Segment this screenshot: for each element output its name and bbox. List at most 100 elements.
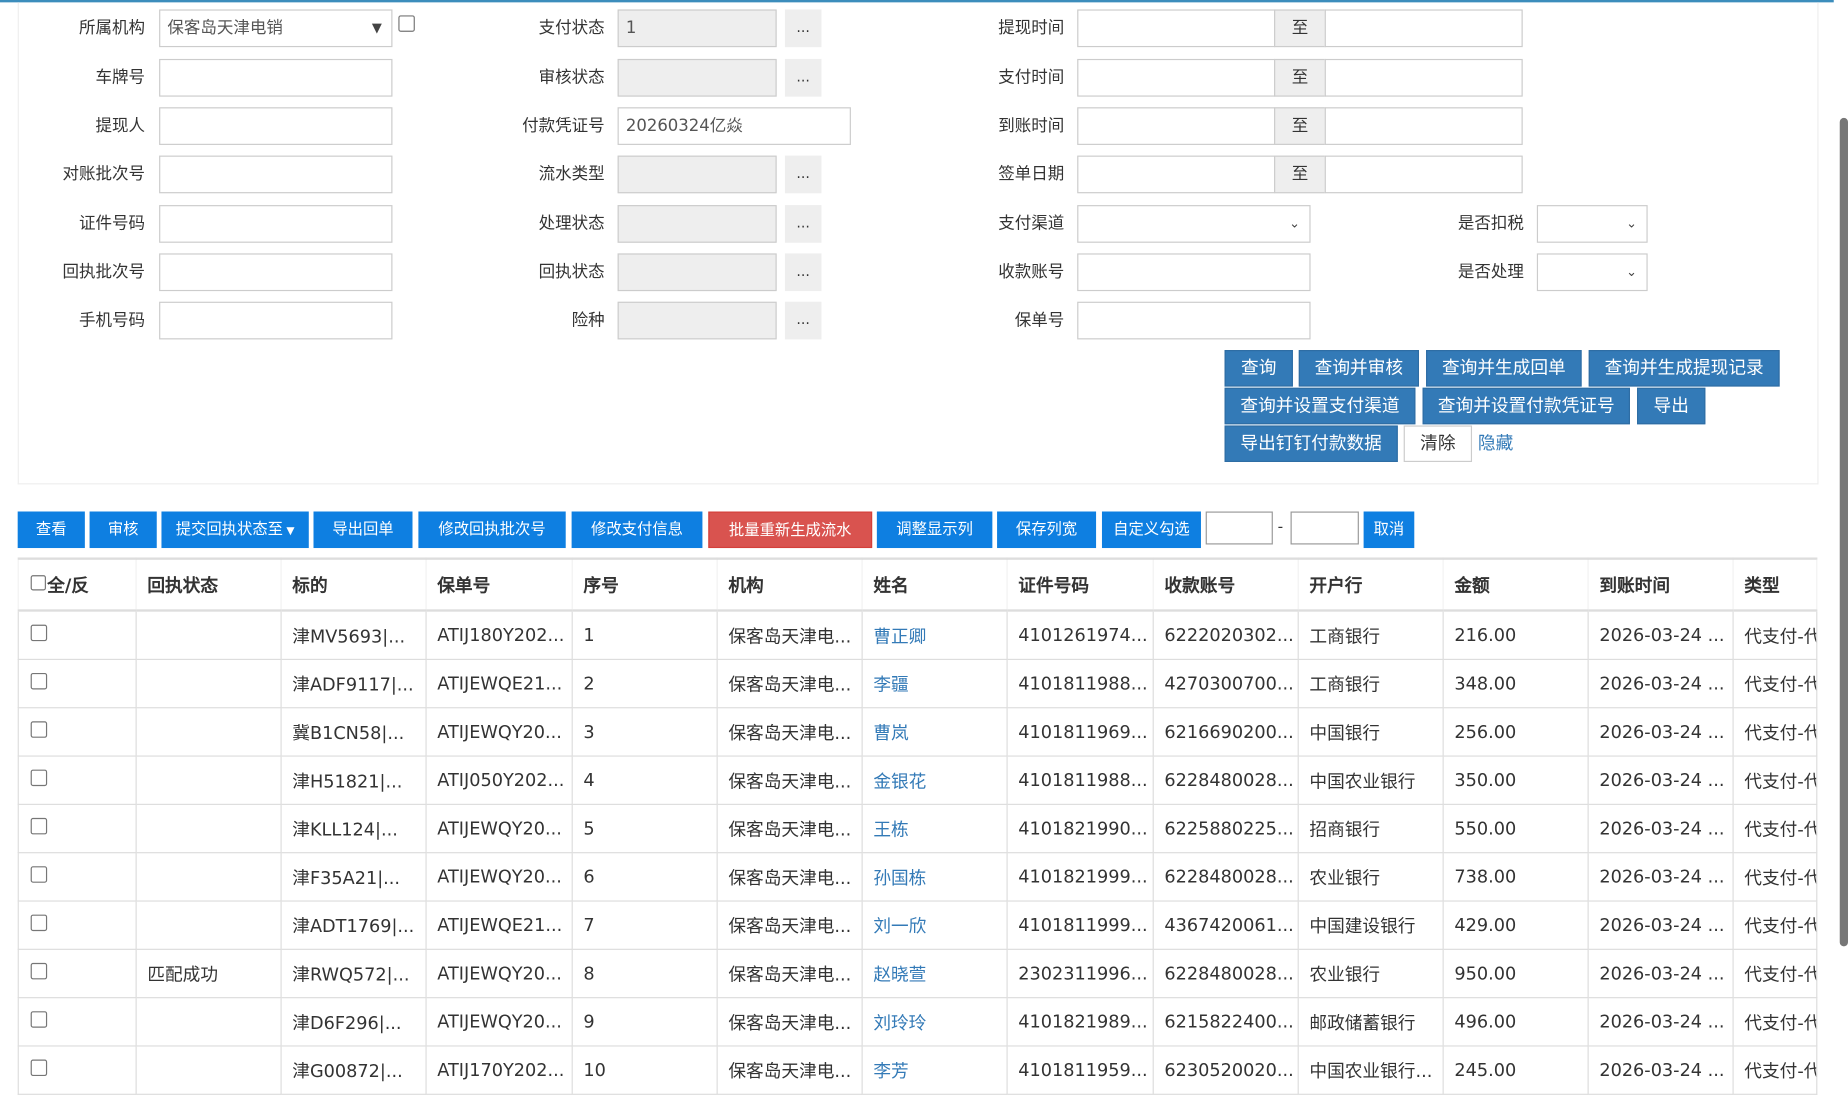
row-checkbox[interactable]: [30, 1011, 48, 1028]
column-header[interactable]: 开户行: [1297, 558, 1444, 612]
name-link[interactable]: 李芳: [861, 1045, 1008, 1095]
name-link[interactable]: 赵晓萱: [861, 949, 1008, 999]
flow-type-input[interactable]: [617, 155, 777, 194]
table-row[interactable]: 津G00872|... ATIJ170Y202... 10 保客岛天津电... 李芳 41…: [17, 1045, 1818, 1095]
row-checkbox[interactable]: [30, 769, 48, 787]
receipt-status-input[interactable]: [617, 253, 777, 292]
name-link[interactable]: 孙国栋: [861, 852, 1008, 902]
insurance-type-picker-button[interactable]: ...: [784, 301, 822, 340]
table-row[interactable]: 冀B1CN58|... ATIJEWQY20... 3 保客岛天津电... 曹岚 4101…: [17, 707, 1818, 757]
withdraw-time-start[interactable]: [1077, 9, 1276, 48]
table-row[interactable]: 津KLL124|... ATIJEWQY20... 5 保客岛天津电... 王栋 4101…: [17, 804, 1818, 854]
column-header[interactable]: 类型: [1732, 558, 1818, 612]
audit-button[interactable]: 审核: [89, 511, 157, 549]
sign-date-start[interactable]: [1077, 155, 1276, 194]
table-row[interactable]: 津ADF9117|... ATIJEWQE21... 2 保客岛天津电... 李疆 410…: [17, 659, 1818, 709]
tax-select[interactable]: ⌄: [1536, 205, 1648, 243]
column-header[interactable]: 序号: [571, 558, 718, 612]
id-no-input[interactable]: [159, 205, 393, 243]
name-link[interactable]: 金银花: [861, 756, 1008, 805]
edit-receipt-batch-button[interactable]: 修改回执批次号: [418, 511, 566, 549]
arrive-time-start[interactable]: [1077, 107, 1276, 145]
org-include-checkbox[interactable]: [398, 15, 415, 32]
org-select[interactable]: 保客岛天津电销 ▼: [159, 9, 393, 48]
name-link[interactable]: 刘一欣: [861, 901, 1008, 950]
custom-check-to-input[interactable]: [1290, 511, 1359, 545]
view-button[interactable]: 查看: [17, 511, 85, 549]
hide-link[interactable]: 隐藏: [1478, 425, 1513, 462]
name-link[interactable]: 刘玲玲: [861, 997, 1008, 1047]
pay-status-input[interactable]: 1: [617, 9, 777, 48]
row-checkbox[interactable]: [30, 817, 48, 835]
column-header[interactable]: 标的: [280, 558, 427, 612]
clear-button[interactable]: 清除: [1403, 425, 1473, 462]
query-generate-receipt-button[interactable]: 查询并生成回单: [1426, 350, 1582, 387]
adjust-columns-button[interactable]: 调整显示列: [876, 511, 993, 549]
row-checkbox[interactable]: [30, 962, 48, 980]
column-header[interactable]: 到账时间: [1587, 558, 1734, 612]
export-button[interactable]: 导出: [1637, 387, 1706, 425]
pay-time-start[interactable]: [1077, 58, 1276, 97]
column-header[interactable]: 保单号: [425, 558, 573, 612]
process-status-picker-button[interactable]: ...: [784, 205, 822, 243]
account-no-input[interactable]: [1077, 253, 1311, 292]
scrollbar-thumb[interactable]: [1839, 117, 1848, 947]
row-checkbox[interactable]: [30, 866, 48, 883]
query-button[interactable]: 查询: [1224, 350, 1293, 387]
audit-status-picker-button[interactable]: ...: [784, 58, 822, 97]
table-row[interactable]: 津H51821|... ATIJ050Y202... 4 保客岛天津电... 金银花 41…: [17, 756, 1818, 805]
table-row[interactable]: 津ADT1769|... ATIJEWQE21... 7 保客岛天津电... 刘一欣 41…: [17, 901, 1818, 950]
withdrawer-input[interactable]: [159, 107, 393, 145]
row-checkbox[interactable]: [30, 1059, 48, 1077]
voucher-no-input[interactable]: 20260324亿焱: [617, 107, 851, 145]
process-status-input[interactable]: [617, 205, 777, 243]
column-header[interactable]: 姓名: [861, 558, 1008, 612]
plate-input[interactable]: [159, 58, 393, 97]
withdraw-time-end[interactable]: [1324, 9, 1523, 48]
query-audit-button[interactable]: 查询并审核: [1298, 350, 1419, 387]
column-header[interactable]: 收款账号: [1152, 558, 1299, 612]
table-row[interactable]: 津D6F296|... ATIJEWQY20... 9 保客岛天津电... 刘玲玲 410…: [17, 997, 1818, 1047]
row-checkbox[interactable]: [30, 721, 48, 738]
table-row[interactable]: 津F35A21|... ATIJEWQY20... 6 保客岛天津电... 孙国栋 410…: [17, 852, 1818, 902]
row-checkbox[interactable]: [30, 672, 48, 690]
name-link[interactable]: 曹正卿: [861, 610, 1008, 660]
recon-batch-input[interactable]: [159, 155, 393, 194]
column-header[interactable]: 全/反: [17, 558, 137, 612]
pay-channel-select[interactable]: ⌄: [1077, 205, 1311, 243]
column-header[interactable]: 回执状态: [135, 558, 282, 612]
custom-check-from-input[interactable]: [1205, 511, 1273, 545]
table-row[interactable]: 匹配成功 津RWQ572|... ATIJEWQY20... 8 保客岛天津电... 赵晓…: [17, 949, 1818, 999]
row-checkbox[interactable]: [30, 624, 48, 642]
policy-no-input[interactable]: [1077, 301, 1311, 340]
receipt-status-picker-button[interactable]: ...: [784, 253, 822, 292]
submit-receipt-status-dropdown[interactable]: 提交回执状态至 ▼: [161, 511, 309, 549]
name-link[interactable]: 王栋: [861, 804, 1008, 854]
column-header[interactable]: 金额: [1442, 558, 1589, 612]
query-set-voucher-button[interactable]: 查询并设置付款凭证号: [1422, 387, 1630, 425]
edit-pay-info-button[interactable]: 修改支付信息: [571, 511, 703, 549]
name-link[interactable]: 李疆: [861, 659, 1008, 709]
custom-check-button[interactable]: 自定义勾选: [1101, 511, 1201, 549]
column-header[interactable]: 证件号码: [1006, 558, 1154, 612]
pay-status-picker-button[interactable]: ...: [784, 9, 822, 48]
export-dingtalk-button[interactable]: 导出钉钉付款数据: [1224, 425, 1398, 462]
phone-input[interactable]: [159, 301, 393, 340]
sign-date-end[interactable]: [1324, 155, 1523, 194]
cancel-button[interactable]: 取消: [1363, 511, 1415, 549]
row-checkbox[interactable]: [30, 914, 48, 932]
handled-select[interactable]: ⌄: [1536, 253, 1648, 292]
pay-time-end[interactable]: [1324, 58, 1523, 97]
export-receipt-button[interactable]: 导出回单: [313, 511, 413, 549]
name-link[interactable]: 曹岚: [861, 707, 1008, 757]
insurance-type-input[interactable]: [617, 301, 777, 340]
arrive-time-end[interactable]: [1324, 107, 1523, 145]
table-row[interactable]: 津MV5693|... ATIJ180Y202... 1 保客岛天津电... 曹正卿 41…: [17, 610, 1818, 660]
column-header[interactable]: 机构: [716, 558, 863, 612]
audit-status-input[interactable]: [617, 58, 777, 97]
query-set-pay-channel-button[interactable]: 查询并设置支付渠道: [1224, 387, 1416, 425]
regenerate-flow-button[interactable]: 批量重新生成流水: [708, 511, 873, 549]
select-all-checkbox[interactable]: [30, 574, 46, 590]
save-column-width-button[interactable]: 保存列宽: [997, 511, 1097, 549]
query-generate-withdraw-record-button[interactable]: 查询并生成提现记录: [1588, 350, 1780, 387]
